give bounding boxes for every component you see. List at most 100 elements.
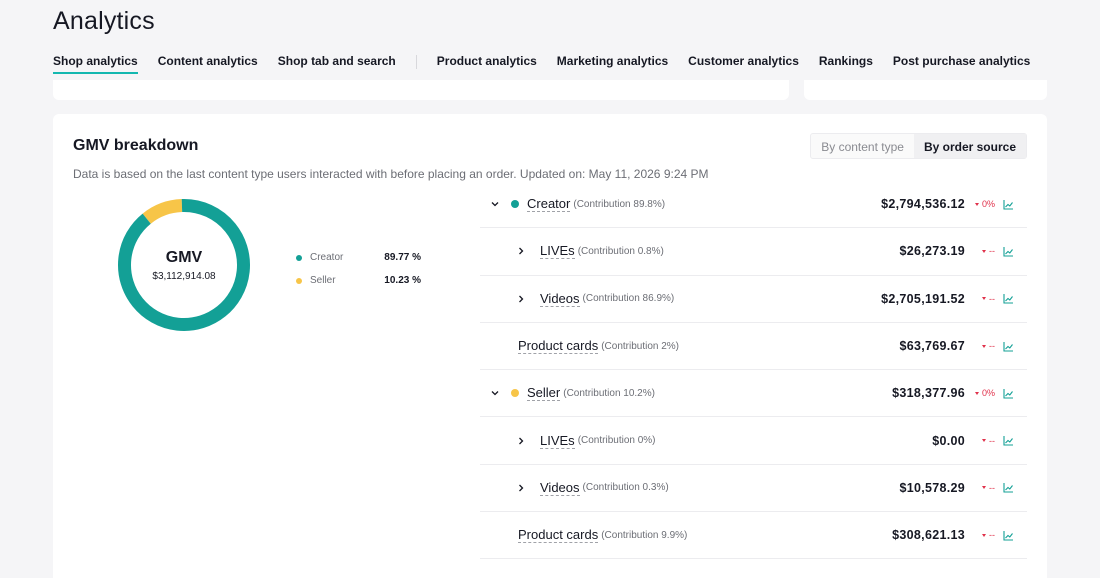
tab-marketing-analytics[interactable]: Marketing analytics [557, 47, 668, 75]
row-name[interactable]: Product cards [518, 527, 599, 544]
row-change-value: -- [989, 341, 995, 352]
page-title: Analytics [53, 7, 155, 35]
donut-label: GMV [165, 248, 203, 266]
row-contribution: (Contribution 0%) [577, 435, 656, 447]
row-amount: $2,794,536.12 [881, 197, 965, 212]
row-amount: $2,705,191.52 [881, 291, 965, 306]
legend-item-seller: Seller 10.23 % [296, 269, 421, 292]
overview-card-partial [53, 80, 789, 100]
tab-divider [415, 55, 417, 69]
expand-toggle[interactable] [514, 434, 528, 448]
row-amount: $318,377.96 [892, 386, 965, 401]
gmv-breakdown-card: GMV breakdown Data is based on the last … [53, 114, 1047, 578]
row-change: -- [982, 530, 995, 540]
row-change-value: -- [989, 435, 995, 446]
row-change: -- [982, 246, 995, 256]
by-order-source-option[interactable]: By order source [913, 134, 1026, 158]
expand-toggle[interactable] [488, 386, 502, 400]
breakdown-toggle: By content type By order source [810, 133, 1027, 159]
row-change-value: 0% [981, 199, 995, 210]
side-card-partial [804, 80, 1047, 100]
down-triangle-icon [982, 344, 986, 348]
tab-rankings[interactable]: Rankings [819, 47, 873, 75]
legend-percent: 89.77 % [384, 252, 421, 263]
trend-chart-icon[interactable] [1003, 293, 1014, 304]
tab-product-analytics[interactable]: Product analytics [437, 47, 537, 75]
legend-item-creator: Creator 89.77 % [296, 246, 421, 269]
row-change: -- [982, 294, 995, 304]
expand-toggle[interactable] [514, 292, 528, 306]
row-name[interactable]: Creator [527, 196, 571, 213]
chevron-right-icon [519, 247, 524, 255]
legend-dot [296, 277, 302, 284]
tab-shop-analytics[interactable]: Shop analytics [53, 47, 138, 75]
table-row: Videos (Contribution 0.3%) $10,578.29 -- [480, 465, 1027, 513]
source-color-dot [511, 200, 519, 209]
legend-dot [296, 254, 302, 261]
row-amount: $63,769.67 [899, 339, 965, 354]
row-contribution: (Contribution 0.8%) [577, 245, 664, 257]
row-change: -- [982, 436, 995, 446]
row-change: -- [982, 483, 995, 493]
trend-chart-icon[interactable] [1003, 246, 1014, 257]
down-triangle-icon [974, 391, 979, 395]
by-content-type-option[interactable]: By content type [811, 134, 914, 158]
chevron-right-icon [519, 484, 524, 492]
expand-toggle[interactable] [514, 481, 528, 495]
table-row: LIVEs (Contribution 0.8%) $26,273.19 -- [480, 228, 1027, 276]
down-triangle-icon [974, 202, 979, 206]
analytics-tabs: Shop analytics Content analytics Shop ta… [53, 47, 1050, 75]
source-color-dot [511, 389, 519, 398]
row-change-value: 0% [981, 388, 995, 399]
trend-chart-icon[interactable] [1003, 435, 1014, 446]
tab-shop-tab-and-search[interactable]: Shop tab and search [278, 47, 396, 75]
row-change-value: -- [989, 246, 995, 257]
table-row: Product cards (Contribution 9.9%) $308,621… [480, 512, 1027, 560]
tab-post-purchase-analytics[interactable]: Post purchase analytics [893, 47, 1030, 75]
row-name[interactable]: Videos [540, 291, 580, 307]
table-row: Creator (Contribution 89.8%) $2,794,536.12… [480, 181, 1027, 229]
table-row: Videos (Contribution 86.9%) $2,705,191.52 -… [480, 276, 1027, 323]
trend-chart-icon[interactable] [1003, 341, 1014, 352]
legend-label: Seller [310, 275, 336, 286]
donut-total-value: $3,112,914.08 [152, 270, 216, 282]
table-row: Seller (Contribution 10.2%) $318,377.96 0% [480, 370, 1027, 418]
row-amount: $26,273.19 [899, 244, 965, 259]
tab-content-analytics[interactable]: Content analytics [158, 47, 258, 75]
expand-toggle[interactable] [488, 197, 502, 211]
gmv-donut-chart: GMV $3,112,914.08 [116, 197, 252, 333]
table-row: LIVEs (Contribution 0%) $0.00 -- [480, 417, 1027, 465]
donut-legend: Creator 89.77 % Seller 10.23 % [296, 246, 421, 292]
chevron-right-icon [519, 295, 524, 303]
gmv-breakdown-title: GMV breakdown [73, 137, 199, 154]
row-contribution: (Contribution 0.3%) [582, 482, 669, 494]
row-change-value: -- [989, 530, 995, 541]
trend-chart-icon[interactable] [1003, 199, 1014, 210]
row-change-value: -- [989, 482, 995, 493]
expand-toggle[interactable] [514, 244, 528, 258]
row-name[interactable]: Videos [540, 480, 580, 496]
donut-center: GMV $3,112,914.08 [116, 197, 252, 333]
trend-chart-icon[interactable] [1003, 388, 1014, 399]
trend-chart-icon[interactable] [1003, 530, 1014, 541]
row-name[interactable]: LIVEs [540, 433, 575, 449]
trend-chart-icon[interactable] [1003, 482, 1014, 493]
row-amount: $308,621.13 [892, 528, 965, 543]
row-change: 0% [974, 388, 995, 399]
row-change: -- [982, 341, 995, 351]
down-triangle-icon [982, 297, 986, 301]
chevron-right-icon [519, 437, 524, 445]
row-name[interactable]: Product cards [518, 338, 599, 355]
down-triangle-icon [982, 533, 986, 537]
legend-label: Creator [310, 252, 344, 263]
chevron-down-icon [491, 202, 499, 207]
chevron-down-icon [491, 391, 499, 396]
row-change-value: -- [989, 293, 995, 304]
tab-customer-analytics[interactable]: Customer analytics [688, 47, 799, 75]
gmv-breakdown-table: Creator (Contribution 89.8%) $2,794,536.12… [480, 181, 1027, 560]
row-name[interactable]: Seller [527, 385, 561, 402]
row-contribution: (Contribution 2%) [601, 340, 680, 352]
row-name[interactable]: LIVEs [540, 243, 575, 260]
gmv-breakdown-description: Data is based on the last content type u… [73, 167, 709, 181]
row-amount: $10,578.29 [899, 480, 965, 495]
